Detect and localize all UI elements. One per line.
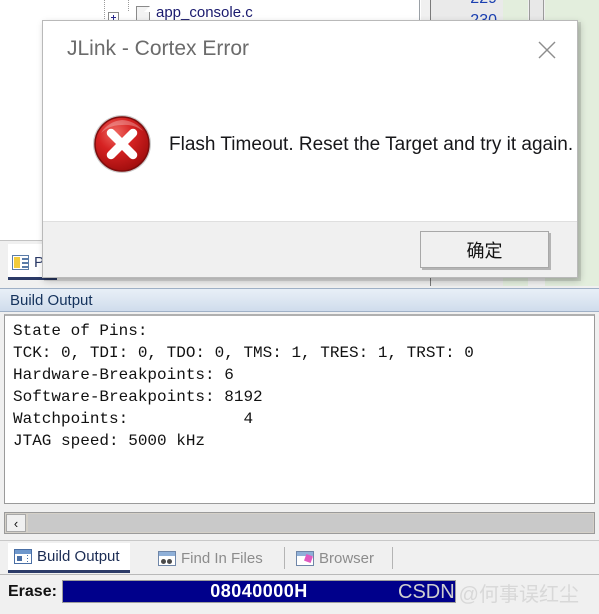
tab-find-in-files[interactable]: Find In Files xyxy=(152,543,273,573)
scrollbar-track[interactable] xyxy=(28,514,593,532)
dialog-titlebar[interactable]: JLink - Cortex Error xyxy=(43,21,577,79)
build-output-line: JTAG speed: 5000 kHz xyxy=(13,432,206,450)
ok-button[interactable]: 确定 xyxy=(420,231,549,268)
dialog-title: JLink - Cortex Error xyxy=(67,37,250,60)
erase-progress-bar: 08040000H xyxy=(62,580,456,603)
build-output-panel: Build Output State of Pins: TCK: 0, TDI:… xyxy=(0,286,599,540)
find-in-files-icon xyxy=(158,550,176,566)
tree-file-label[interactable]: app_console.c xyxy=(156,4,253,21)
tab-build-output-label: Build Output xyxy=(37,548,120,565)
line-number: 229 xyxy=(470,0,497,8)
output-tabstrip: Build Output Find In Files Browser xyxy=(0,540,599,575)
editor-scrollbar-thumb[interactable] xyxy=(529,0,544,22)
scroll-left-arrow-icon[interactable]: ‹ xyxy=(6,514,26,532)
build-output-line: State of Pins: xyxy=(13,322,148,340)
build-output-line: TCK: 0, TDI: 0, TDO: 0, TMS: 1, TRES: 1,… xyxy=(13,344,474,362)
browser-icon xyxy=(296,550,314,566)
build-output-lines: State of Pins: TCK: 0, TDI: 0, TDO: 0, T… xyxy=(13,320,594,452)
tab-separator xyxy=(392,547,393,569)
screen: app_console.c 229 230 Pr Build Output S xyxy=(0,0,599,614)
dialog-message: Flash Timeout. Reset the Target and try … xyxy=(169,134,574,155)
status-bar: Erase: 08040000H xyxy=(0,574,599,614)
tab-browser[interactable]: Browser xyxy=(290,543,384,573)
build-output-line: Software-Breakpoints: 8192 xyxy=(13,388,263,406)
build-output-title: Build Output xyxy=(10,292,93,309)
close-icon[interactable] xyxy=(525,31,569,69)
error-circle-x-icon xyxy=(91,113,153,175)
dialog-footer: 确定 xyxy=(43,221,577,277)
project-panel-icon xyxy=(12,254,29,270)
status-bar-label: Erase: xyxy=(8,583,57,600)
build-output-line: Watchpoints: 4 xyxy=(13,410,254,428)
build-output-line: Hardware-Breakpoints: 6 xyxy=(13,366,234,384)
build-output-console[interactable]: State of Pins: TCK: 0, TDI: 0, TDO: 0, T… xyxy=(4,314,595,504)
tab-browser-label: Browser xyxy=(319,549,375,567)
build-output-horizontal-scrollbar[interactable]: ‹ xyxy=(4,512,595,534)
tab-build-output[interactable]: Build Output xyxy=(8,543,130,573)
tab-separator xyxy=(284,547,285,569)
tab-find-in-files-label: Find In Files xyxy=(181,549,263,567)
jlink-error-dialog: JLink - Cortex Error Flash Timeout. Rese… xyxy=(42,20,578,278)
tree-guide-line-2 xyxy=(128,0,129,12)
progress-address-value: 08040000H xyxy=(210,581,308,601)
build-output-icon xyxy=(14,549,32,564)
build-output-header: Build Output xyxy=(0,288,599,312)
dialog-content: Flash Timeout. Reset the Target and try … xyxy=(43,79,577,224)
